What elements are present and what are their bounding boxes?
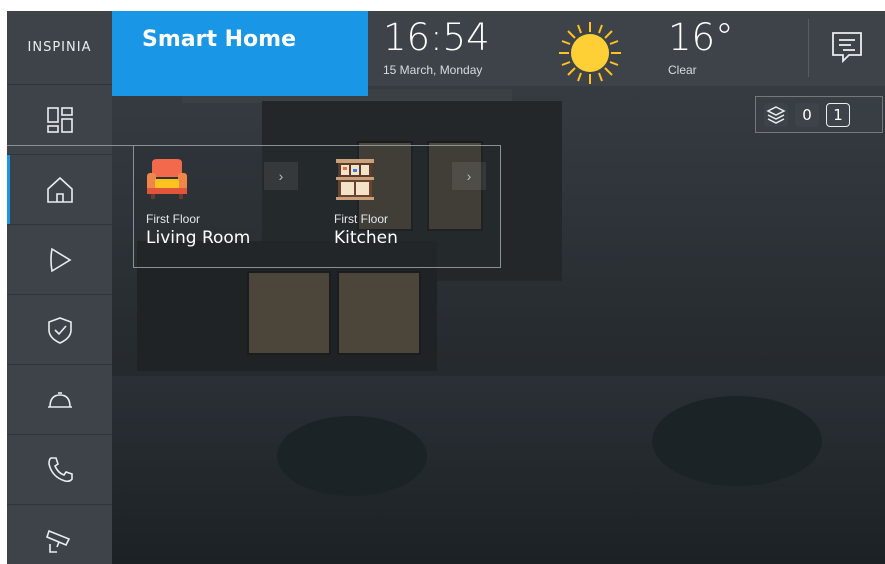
garden (112, 376, 885, 564)
brand-tile[interactable]: Smart Home (112, 11, 368, 96)
phone-icon (47, 456, 73, 482)
smart-home-app: INSPINIA Smart Home 16:54 15 March, Mond… (7, 11, 885, 564)
app-title: Smart Home (142, 27, 297, 52)
message-list-icon (832, 32, 862, 64)
dashboard-icon (46, 106, 73, 133)
room-name: Living Room (146, 228, 251, 248)
home-icon (46, 176, 73, 203)
kitchen-cabinet-icon (336, 159, 374, 200)
service-bell-icon (47, 391, 72, 408)
logo[interactable]: INSPINIA (7, 11, 112, 85)
room-floor-label: First Floor (146, 212, 200, 226)
sofa-icon (147, 159, 187, 199)
room-open-arrow[interactable]: › (452, 162, 486, 190)
sidebar-item-services[interactable] (7, 365, 112, 435)
layers-button[interactable] (764, 102, 788, 127)
floor-button-0[interactable]: 0 (795, 102, 819, 127)
shield-check-icon (47, 316, 72, 344)
sidebar-item-home[interactable] (7, 155, 112, 225)
sun-icon (559, 22, 621, 84)
security-camera-icon (45, 529, 70, 553)
play-icon (49, 247, 72, 272)
floor-button-1[interactable]: 1 (826, 102, 850, 127)
divider (808, 19, 809, 77)
room-open-arrow[interactable]: › (264, 162, 298, 190)
layers-icon (766, 105, 786, 124)
floor-switcher: 0 1 (755, 96, 883, 133)
messages-button[interactable] (829, 29, 865, 65)
clock-time: 16:54 (383, 16, 490, 59)
sidebar-item-cameras[interactable] (7, 505, 112, 564)
sidebar-item-media[interactable] (7, 225, 112, 295)
sidebar-nav: INSPINIA (7, 11, 112, 564)
weather-condition: Clear (668, 63, 697, 77)
clock-date: 15 March, Monday (383, 63, 483, 77)
rooms-panel: › First Floor Living Room › First Floor … (133, 145, 501, 268)
sidebar-item-security[interactable] (7, 295, 112, 365)
room-name: Kitchen (334, 228, 398, 248)
logo-text: INSPINIA (27, 40, 92, 55)
sidebar-item-phone[interactable] (7, 435, 112, 505)
header: Smart Home 16:54 15 March, Monday 16° Cl… (112, 11, 885, 96)
connector-line (7, 145, 133, 146)
status-bar: 16:54 15 March, Monday 16° Clear (368, 11, 885, 86)
room-card-living-room[interactable]: › First Floor Living Room (136, 154, 304, 254)
room-card-kitchen[interactable]: › First Floor Kitchen (324, 154, 492, 254)
temperature: 16° (668, 16, 734, 59)
room-floor-label: First Floor (334, 212, 388, 226)
